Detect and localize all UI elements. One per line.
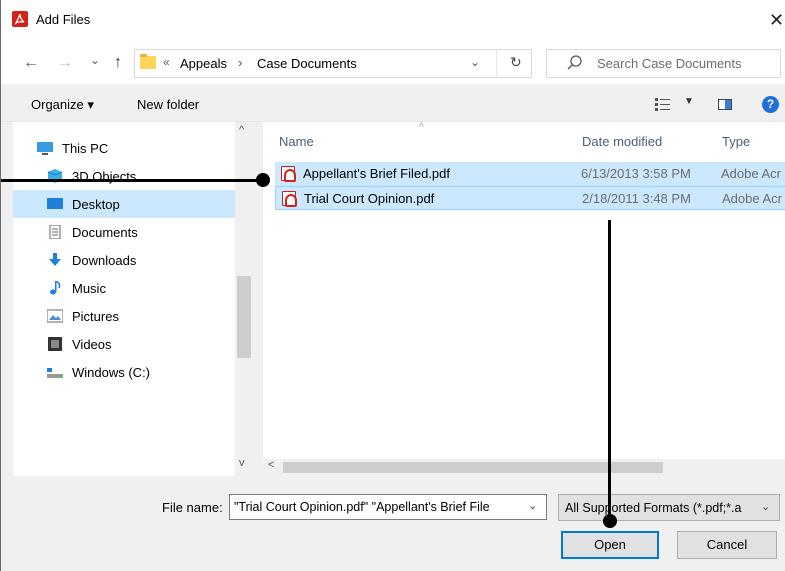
organize-menu-button[interactable]: Organize ▾ (31, 97, 94, 113)
file-date: 6/13/2013 3:58 PM (581, 166, 691, 181)
music-icon (50, 281, 61, 295)
address-dropdown[interactable]: ⌄ (470, 55, 480, 69)
download-icon (49, 253, 61, 266)
scroll-left-arrow[interactable]: < (268, 459, 274, 471)
sidebar-item-windows-c[interactable]: Windows (C:) (13, 358, 235, 386)
sidebar-item-label: Downloads (72, 253, 137, 268)
navigation-pane: This PC 3D Objects Desktop Documents Dow… (13, 122, 253, 476)
sidebar-item-label: Windows (C:) (72, 365, 151, 380)
address-divider (496, 50, 497, 77)
close-button[interactable]: ✕ (767, 8, 785, 32)
breadcrumb-appeals[interactable]: Appeals (180, 56, 227, 71)
new-folder-button[interactable]: New folder (137, 97, 199, 112)
scroll-up-arrow[interactable]: ^ (239, 124, 244, 136)
desktop-icon (47, 198, 63, 209)
sidebar-item-label: Documents (72, 225, 138, 240)
sidebar-item-desktop[interactable]: Desktop (13, 190, 235, 218)
file-name-input[interactable]: "Trial Court Opinion.pdf" "Appellant's B… (229, 494, 547, 520)
file-name-value: "Trial Court Opinion.pdf" "Appellant's B… (234, 500, 490, 514)
callout-line-horizontal (1, 179, 263, 182)
search-placeholder: Search Case Documents (597, 56, 742, 71)
file-type-filter-value: All Supported Formats (*.pdf;*.a (565, 501, 742, 515)
command-toolbar: Organize ▾ New folder ▼ ? (1, 84, 785, 122)
pdf-file-icon (281, 166, 296, 182)
sidebar-item-downloads[interactable]: Downloads (13, 246, 235, 274)
open-button[interactable]: Open (561, 531, 659, 559)
search-icon (567, 55, 582, 70)
callout-dot-open-button (603, 514, 617, 528)
sidebar-item-label: This PC (62, 141, 109, 156)
view-dropdown-caret[interactable]: ▼ (684, 96, 694, 107)
forward-button[interactable]: → (55, 51, 75, 75)
sidebar-item-pictures[interactable]: Pictures (13, 302, 235, 330)
file-row-appellants-brief[interactable]: Appellant's Brief Filed.pdf 6/13/2013 3:… (275, 162, 785, 186)
sidebar-item-3d-objects[interactable]: 3D Objects (13, 162, 235, 190)
sidebar-item-music[interactable]: Music (13, 274, 235, 302)
recent-locations-button[interactable]: ⌄ (88, 48, 102, 72)
video-icon (48, 337, 62, 351)
file-type-filter-select[interactable]: All Supported Formats (*.pdf;*.a ⌄ (558, 494, 780, 521)
navigation-bar: ← → ⌄ ↑ « Appeals › Case Documents ⌄ ↻ S… (1, 42, 785, 84)
scroll-down-arrow[interactable]: v (239, 457, 245, 469)
column-header-type[interactable]: Type (722, 134, 750, 149)
back-button[interactable]: ← (21, 51, 41, 75)
up-button[interactable]: ↑ (109, 51, 127, 75)
document-icon (49, 225, 61, 239)
file-name: Appellant's Brief Filed.pdf (303, 166, 451, 181)
search-box[interactable]: Search Case Documents (546, 49, 781, 78)
column-header-date-modified[interactable]: Date modified (582, 134, 662, 149)
breadcrumb-case-documents[interactable]: Case Documents (257, 56, 357, 71)
cancel-button[interactable]: Cancel (677, 531, 777, 559)
help-icon[interactable]: ? (762, 96, 779, 113)
scroll-thumb[interactable] (237, 276, 251, 358)
sidebar-item-label: Videos (72, 337, 112, 352)
sort-indicator-icon: ^ (419, 122, 424, 133)
scroll-thumb[interactable] (283, 462, 663, 473)
file-type: Adobe Acr (722, 191, 782, 206)
sidebar-item-videos[interactable]: Videos (13, 330, 235, 358)
refresh-icon[interactable]: ↻ (510, 54, 522, 71)
pdf-file-icon (282, 191, 297, 207)
sidebar-item-label: Desktop (72, 197, 120, 212)
sidebar-item-label: Pictures (72, 309, 119, 324)
pictures-icon (47, 309, 63, 323)
folder-icon (140, 54, 156, 69)
file-name-dropdown-icon[interactable]: ⌄ (528, 499, 537, 512)
sidebar-item-label: Music (72, 281, 106, 296)
sidebar-item-documents[interactable]: Documents (13, 218, 235, 246)
breadcrumb-separator[interactable]: › (238, 55, 242, 70)
callout-dot-file-row (256, 173, 270, 187)
callout-line-vertical (608, 220, 611, 520)
file-type: Adobe Acr (721, 166, 781, 181)
file-name: Trial Court Opinion.pdf (304, 191, 435, 206)
title-bar: Add Files ✕ (1, 0, 785, 42)
acrobat-app-icon (12, 11, 28, 27)
view-options-icon[interactable] (655, 97, 671, 111)
address-bar[interactable]: « Appeals › Case Documents ⌄ ↻ (134, 49, 532, 78)
file-list-horizontal-scrollbar[interactable]: < (263, 459, 785, 476)
file-date: 2/18/2011 3:48 PM (582, 191, 691, 206)
window-title: Add Files (36, 12, 91, 27)
sidebar-item-this-pc[interactable]: This PC (13, 134, 235, 162)
file-list-pane: Name ^ Date modified Type Appellant's Br… (263, 122, 785, 476)
address-overflow-chevron[interactable]: « (163, 55, 170, 69)
add-files-dialog: Add Files ✕ ← → ⌄ ↑ « Appeals › Case Doc… (0, 0, 785, 571)
file-row-trial-court-opinion[interactable]: Trial Court Opinion.pdf 2/18/2011 3:48 P… (275, 186, 785, 210)
sidebar-scrollbar[interactable]: ^ v (235, 122, 253, 476)
drive-icon (47, 368, 63, 378)
preview-pane-icon[interactable] (718, 99, 732, 110)
file-name-label: File name: (162, 500, 223, 515)
filter-dropdown-icon[interactable]: ⌄ (761, 500, 770, 513)
pc-icon (37, 142, 53, 155)
column-header-name[interactable]: Name (279, 134, 314, 149)
